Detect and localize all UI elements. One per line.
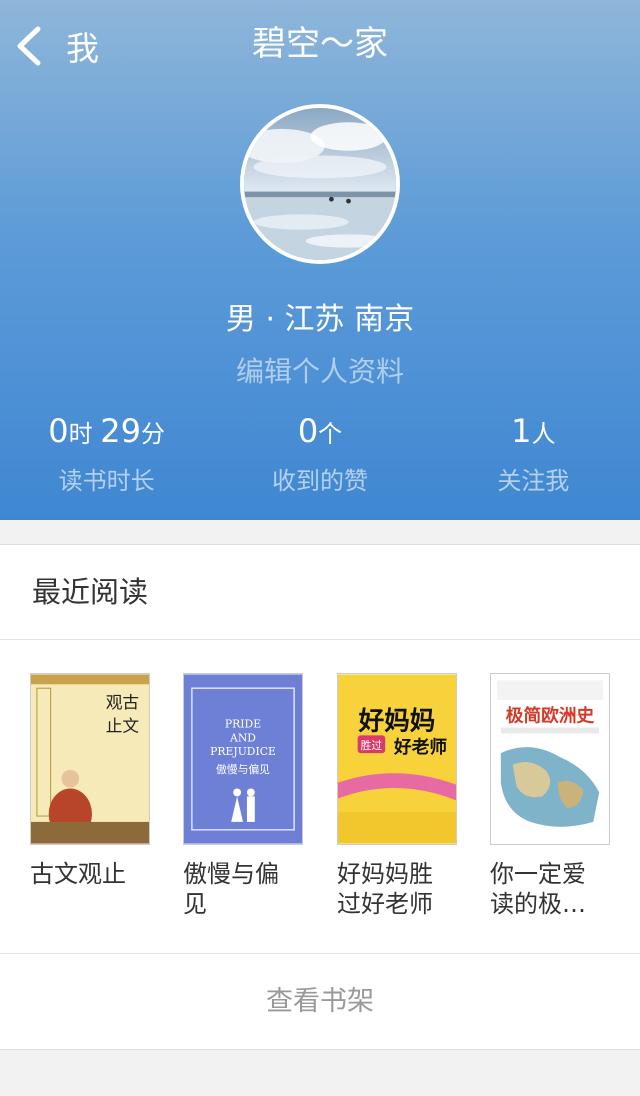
- stat-likes[interactable]: 0个 收到的赞: [213, 410, 426, 496]
- avatar-image: [244, 108, 396, 260]
- cover-text: PREJUDICE: [210, 745, 276, 758]
- profile-header: 我 碧空～家 男 · 江苏 南京 编辑个人资料 0时 29分 读书时长 0个 收…: [0, 0, 640, 520]
- stat-value: 0个: [297, 412, 343, 450]
- page-title: 碧空～家: [252, 24, 388, 64]
- view-bookshelf-button[interactable]: 查看书架: [0, 953, 640, 1049]
- book-title: 你一定爱读的极…: [490, 860, 586, 918]
- stat-reading-time[interactable]: 0时 29分 读书时长: [0, 410, 213, 496]
- stats-row: 0时 29分 读书时长 0个 收到的赞 1人 关注我: [0, 410, 640, 496]
- edit-profile-link[interactable]: 编辑个人资料: [0, 350, 640, 390]
- section-title: 最近阅读: [0, 545, 640, 640]
- stat-label: 读书时长: [58, 467, 155, 495]
- book-title: 古文观止: [30, 860, 126, 888]
- cover-text: PRIDE: [225, 718, 261, 731]
- stat-label: 收到的赞: [271, 467, 368, 495]
- stat-value: 0时 29分: [48, 412, 166, 450]
- cover-text: 胜过: [361, 739, 383, 752]
- book-title: 傲慢与偏见: [183, 860, 279, 918]
- stat-label: 关注我: [497, 467, 570, 495]
- stat-value: 1人: [511, 412, 556, 450]
- book-item[interactable]: PRIDE AND PREJUDICE 傲慢与偏见 傲慢与偏见: [183, 673, 313, 919]
- stat-followers[interactable]: 1人 关注我: [427, 410, 640, 496]
- book-item[interactable]: 好妈妈 胜过 好老师 好妈妈胜过好老师: [337, 673, 467, 919]
- recent-reading-section: 最近阅读 观古 止文 古文观止 PRIDE AND PREJUDICE 傲慢与偏…: [0, 544, 640, 1050]
- cover-text: 傲慢与偏见: [216, 762, 270, 776]
- user-location: 男 · 江苏 南京: [225, 302, 415, 337]
- book-cover: 好妈妈 胜过 好老师: [337, 673, 457, 845]
- book-item[interactable]: 极简欧洲史 你一定爱读的极…: [490, 673, 620, 919]
- book-title: 好妈妈胜过好老师: [337, 860, 433, 918]
- cover-text: 极简欧洲史: [506, 705, 595, 727]
- book-list: 观古 止文 古文观止 PRIDE AND PREJUDICE 傲慢与偏见 傲慢与…: [0, 673, 640, 923]
- cover-text: AND: [229, 731, 256, 744]
- cover-text: 观古: [106, 692, 139, 712]
- book-cover: PRIDE AND PREJUDICE 傲慢与偏见: [183, 673, 303, 845]
- cover-text: 好妈妈: [358, 707, 436, 737]
- cover-text: 止文: [106, 715, 140, 735]
- book-cover: 观古 止文: [30, 673, 150, 845]
- book-item[interactable]: 观古 止文 古文观止: [30, 673, 160, 889]
- cover-text: 好老师: [393, 736, 447, 758]
- avatar[interactable]: [240, 104, 400, 264]
- book-cover: 极简欧洲史: [490, 673, 610, 845]
